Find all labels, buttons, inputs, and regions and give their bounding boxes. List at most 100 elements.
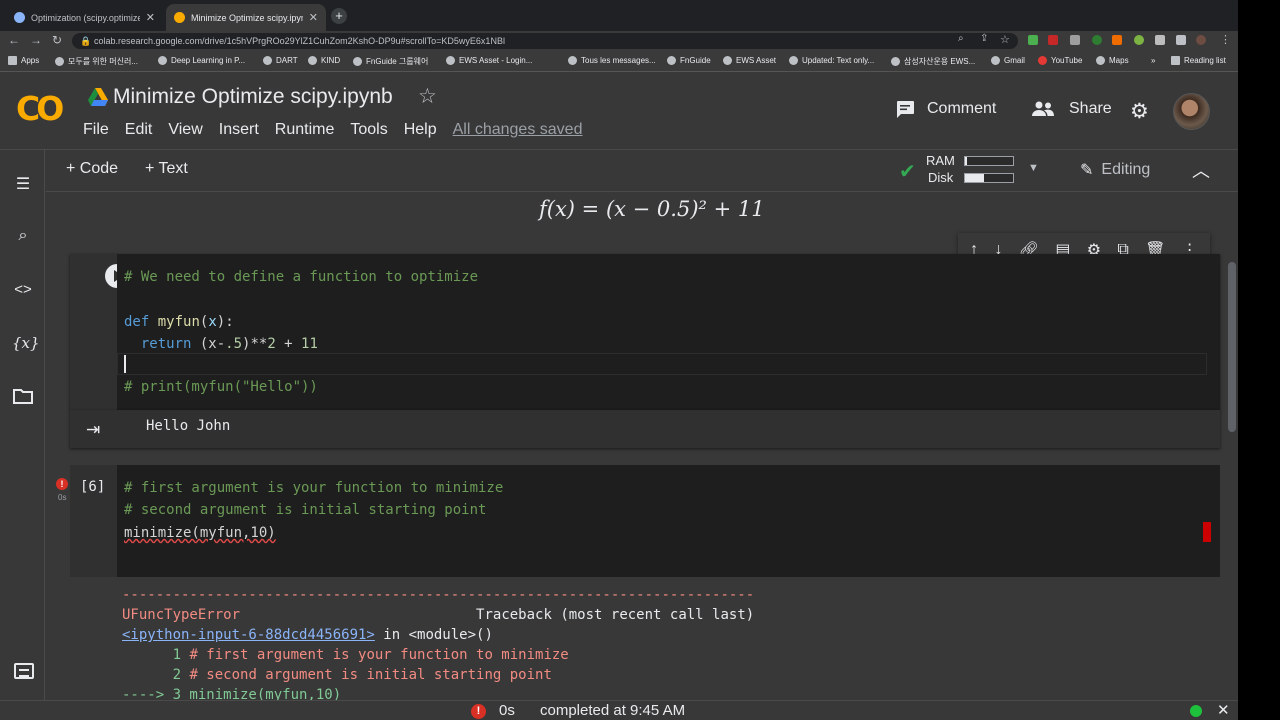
- lock-icon: 🔒: [80, 36, 92, 46]
- menu-edit[interactable]: Edit: [125, 121, 153, 139]
- share-button[interactable]: Share: [1031, 100, 1112, 118]
- code-line-error: minimize(myfun,10): [124, 525, 276, 541]
- extension-icon[interactable]: [1048, 35, 1058, 45]
- comment-button[interactable]: Comment: [895, 100, 996, 118]
- menu-view[interactable]: View: [168, 121, 202, 139]
- disk-label[interactable]: Disk: [928, 170, 953, 185]
- traceback-divider: ----------------------------------------…: [122, 587, 755, 603]
- bookmarks-overflow[interactable]: »: [1151, 56, 1155, 65]
- code-editor[interactable]: # We need to define a function to optimi…: [117, 254, 1220, 410]
- youtube-icon: [1038, 56, 1047, 65]
- bookmark-favicon-icon: [667, 56, 676, 65]
- bookmark-item[interactable]: Updated: Text only...: [789, 56, 874, 65]
- extension-icon[interactable]: [1112, 35, 1122, 45]
- collapse-header-icon[interactable]: ︿: [1192, 157, 1210, 183]
- back-icon[interactable]: ←: [8, 33, 20, 47]
- notebook-area: f(x) = (x − 0.5)² + 11 ↑ ↓ 🔗︎ ▤ ⚙ ⧉ 🗑︎ ⋮…: [46, 193, 1238, 700]
- traceback-label: Traceback (most recent call last): [476, 607, 755, 623]
- traceback-link[interactable]: <ipython-input-6-88dcd4456691>: [122, 627, 375, 643]
- menu-help[interactable]: Help: [404, 121, 437, 139]
- extension-icon[interactable]: [1092, 35, 1102, 45]
- menu-insert[interactable]: Insert: [219, 121, 259, 139]
- menu-runtime[interactable]: Runtime: [275, 121, 335, 139]
- bookmark-item[interactable]: DART: [263, 56, 298, 65]
- error-scroll-marker: [1203, 522, 1211, 542]
- add-code-button[interactable]: + Code: [66, 160, 118, 178]
- bookmark-gmail[interactable]: Gmail: [991, 56, 1025, 65]
- address-bar[interactable]: 🔒 colab.research.google.com/drive/1c5hVP…: [72, 33, 1018, 49]
- share-label: Share: [1069, 100, 1112, 117]
- bookmark-favicon-icon: [723, 56, 732, 65]
- menu-file[interactable]: File: [83, 121, 109, 139]
- bookmark-item[interactable]: 모두를 위한 머신러...: [55, 56, 138, 67]
- extension-icon[interactable]: [1028, 35, 1038, 45]
- execution-count[interactable]: [6]: [80, 479, 105, 495]
- forward-icon[interactable]: →: [30, 33, 42, 47]
- status-connected-icon: [1190, 705, 1202, 717]
- code-line: # print(myfun("Hello")): [124, 379, 318, 395]
- zoom-icon[interactable]: ⌕: [958, 33, 964, 44]
- browser-menu-icon[interactable]: ⋮: [1220, 33, 1231, 46]
- notebook-scrollbar[interactable]: [1228, 262, 1236, 432]
- bookmark-item[interactable]: FnGuide 그룹웨어: [353, 56, 428, 67]
- bookmark-favicon-icon: [158, 56, 167, 65]
- tab-colab[interactable]: Minimize Optimize scipy.ipynb ✕: [166, 4, 326, 31]
- reading-list[interactable]: Reading list: [1171, 56, 1226, 65]
- bookmark-item[interactable]: EWS Asset - Login...: [446, 56, 532, 65]
- clear-output-icon[interactable]: ⇥: [86, 420, 100, 440]
- search-icon[interactable]: ⌕: [12, 227, 34, 249]
- close-tab-icon[interactable]: ✕: [309, 11, 318, 24]
- notebook-title[interactable]: Minimize Optimize scipy.ipynb: [113, 85, 393, 109]
- traceback-line: ----> 3 minimize(myfun,10): [122, 687, 342, 700]
- profile-icon[interactable]: [1196, 35, 1206, 45]
- bookmark-apps[interactable]: Apps: [8, 56, 39, 65]
- bookmark-item[interactable]: KIND: [308, 56, 340, 65]
- table-of-contents-icon[interactable]: ☰: [12, 174, 34, 196]
- bookmark-item[interactable]: EWS Asset: [723, 56, 776, 65]
- add-text-button[interactable]: + Text: [145, 160, 188, 178]
- close-tab-icon[interactable]: ✕: [146, 11, 155, 24]
- code-line: # second argument is initial starting po…: [124, 502, 487, 518]
- ram-meter[interactable]: [964, 156, 1014, 166]
- bookmark-item[interactable]: FnGuide: [667, 56, 711, 65]
- editing-mode-button[interactable]: ✎ Editing: [1080, 160, 1150, 180]
- extension-icon[interactable]: [1070, 35, 1080, 45]
- save-status[interactable]: All changes saved: [453, 121, 583, 139]
- code-line-return: return (x-.5)**2 + 11: [140, 336, 318, 352]
- code-line: # We need to define a function to optimi…: [124, 269, 479, 285]
- extension-icon[interactable]: [1134, 35, 1144, 45]
- terminal-icon[interactable]: [14, 663, 34, 679]
- status-text[interactable]: completed at 9:45 AM: [540, 702, 685, 719]
- bookmark-star-icon[interactable]: ☆: [1000, 33, 1010, 46]
- variables-icon[interactable]: {x}: [12, 334, 40, 356]
- colab-logo[interactable]: CO: [16, 89, 64, 128]
- new-tab-button[interactable]: +: [331, 8, 347, 24]
- screen: Optimization (scipy.optimize) — ✕ Minimi…: [0, 0, 1238, 720]
- ram-label[interactable]: RAM: [926, 153, 955, 168]
- url-text: colab.research.google.com/drive/1c5hVPrg…: [94, 36, 505, 46]
- bookmark-item[interactable]: 삼성자산운용 EWS...: [891, 56, 975, 67]
- tab-optimization[interactable]: Optimization (scipy.optimize) — ✕: [6, 4, 163, 31]
- bookmark-maps[interactable]: Maps: [1096, 56, 1129, 65]
- code-editor[interactable]: # first argument is your function to min…: [117, 465, 1220, 577]
- code-snippets-icon[interactable]: <>: [12, 281, 34, 303]
- traceback-location-rest: in <module>(): [374, 627, 493, 643]
- menu-tools[interactable]: Tools: [350, 121, 387, 139]
- share-page-icon[interactable]: ⇪: [980, 33, 988, 44]
- menu-bar: File Edit View Insert Runtime Tools Help…: [83, 121, 598, 139]
- files-folder-icon[interactable]: [12, 388, 34, 410]
- disk-meter[interactable]: [964, 173, 1014, 183]
- close-status-icon[interactable]: ✕: [1217, 701, 1230, 719]
- extension-icon[interactable]: [1155, 35, 1165, 45]
- maps-icon: [1096, 56, 1105, 65]
- output-text: Hello John: [146, 418, 231, 434]
- star-icon[interactable]: ☆: [418, 84, 437, 109]
- settings-gear-icon[interactable]: ⚙: [1130, 99, 1149, 124]
- extensions-puzzle-icon[interactable]: [1176, 35, 1186, 45]
- resources-dropdown-icon[interactable]: ▼: [1028, 162, 1039, 174]
- user-avatar[interactable]: [1173, 93, 1210, 130]
- bookmark-youtube[interactable]: YouTube: [1038, 56, 1082, 65]
- reload-icon[interactable]: ↻: [52, 33, 62, 47]
- bookmark-item[interactable]: Tous les messages...: [568, 56, 656, 65]
- bookmark-item[interactable]: Deep Learning in P...: [158, 56, 245, 65]
